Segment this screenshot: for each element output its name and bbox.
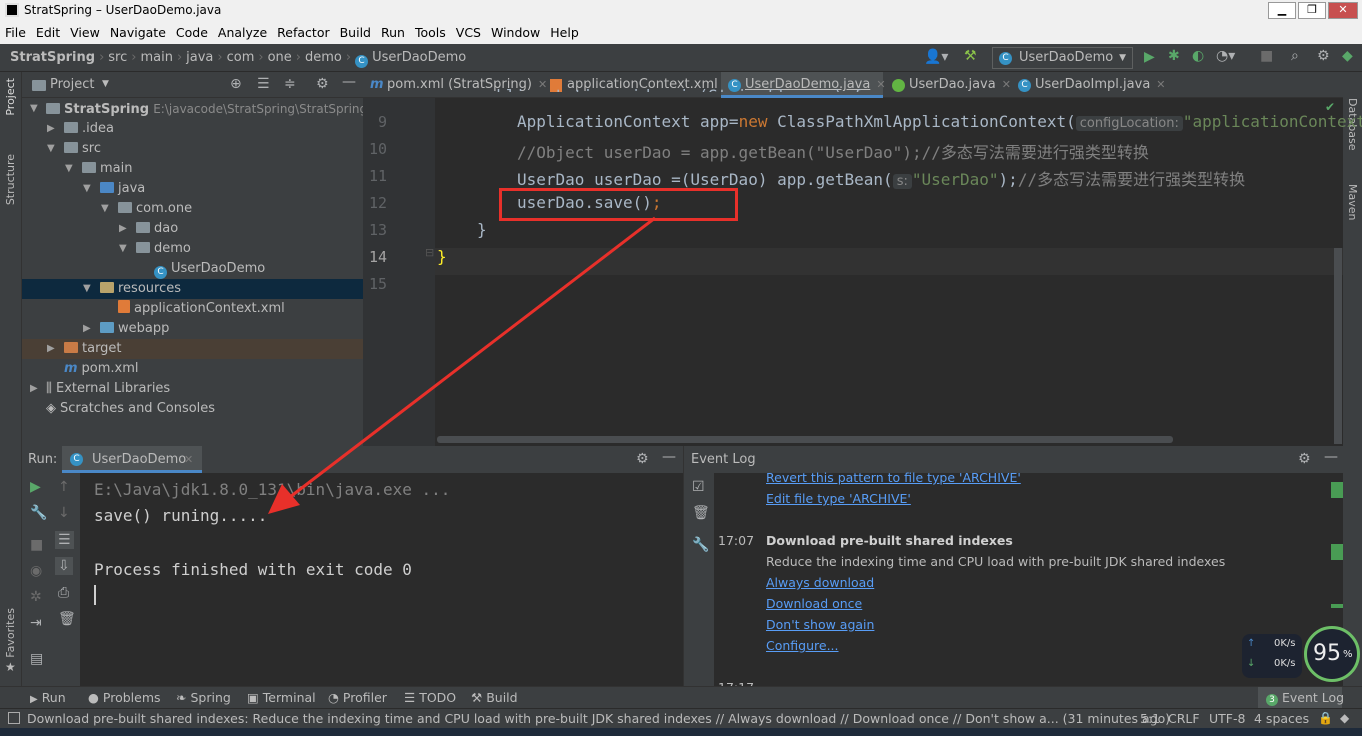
indent-setting[interactable]: 4 spaces bbox=[1254, 711, 1309, 726]
bottom-tab-build[interactable]: ⚒ Build bbox=[471, 690, 518, 705]
run-icon: ▶ bbox=[30, 694, 38, 705]
bottom-tab-terminal[interactable]: ▣ Terminal bbox=[247, 690, 316, 705]
bottom-tab-label: Profiler bbox=[342, 690, 387, 705]
bottom-tab-profiler[interactable]: ◔ Profiler bbox=[328, 690, 387, 705]
bottom-tab-label: TODO bbox=[419, 690, 457, 705]
caret-position[interactable]: 5:1 bbox=[1140, 711, 1160, 726]
lock-icon[interactable]: 🔒 bbox=[1318, 711, 1333, 725]
event-count-badge: 3 bbox=[1266, 694, 1278, 706]
line-separator[interactable]: CRLF bbox=[1168, 711, 1200, 726]
bottom-tab-todo[interactable]: ☰ TODO bbox=[404, 690, 456, 705]
bottom-tab-label: Run bbox=[41, 690, 66, 705]
bottom-tab-label: Event Log bbox=[1281, 690, 1345, 705]
annotation-arrow bbox=[268, 216, 656, 514]
file-encoding[interactable]: UTF-8 bbox=[1209, 711, 1245, 726]
terminal-icon: ▣ bbox=[247, 690, 259, 705]
spring-icon: ❧ bbox=[176, 690, 187, 705]
arrow-line bbox=[289, 216, 656, 499]
bottom-tab-problems[interactable]: ● Problems bbox=[88, 690, 161, 705]
bottom-tab-label: Build bbox=[486, 690, 518, 705]
bottom-tab-spring[interactable]: ❧ Spring bbox=[176, 690, 231, 705]
status-bar: Download pre-built shared indexes: Reduc… bbox=[0, 708, 1362, 728]
bottom-tool-tabs: ▶ Run ● Problems ❧ Spring ▣ Terminal ◔ P… bbox=[0, 686, 1362, 708]
bottom-tab-event-log[interactable]: 3 Event Log bbox=[1258, 687, 1345, 708]
hammer-icon: ⚒ bbox=[471, 690, 483, 705]
problems-icon: ● bbox=[88, 690, 99, 705]
os-taskbar bbox=[0, 728, 1362, 736]
status-message[interactable]: Download pre-built shared indexes: Reduc… bbox=[27, 711, 1170, 726]
profiler-icon: ◔ bbox=[328, 690, 339, 705]
bottom-tab-label: Spring bbox=[190, 690, 231, 705]
arrow-head bbox=[268, 484, 300, 514]
notifications-icon[interactable]: ◆ bbox=[1340, 711, 1349, 725]
bottom-tab-label: Terminal bbox=[262, 690, 316, 705]
todo-icon: ☰ bbox=[404, 690, 416, 705]
bottom-tab-run[interactable]: ▶ Run bbox=[30, 690, 66, 705]
bottom-tab-label: Problems bbox=[102, 690, 161, 705]
layout-toggle-icon[interactable] bbox=[8, 712, 20, 724]
